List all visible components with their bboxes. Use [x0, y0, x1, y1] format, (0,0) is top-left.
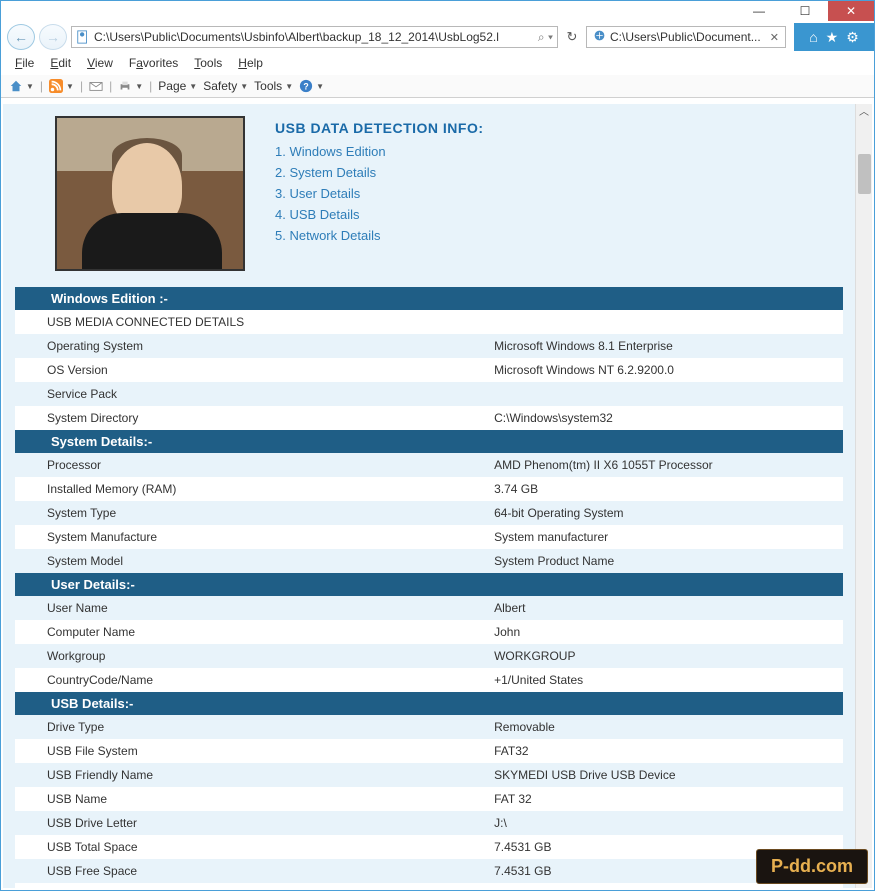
tools-icon[interactable]: ⚙ [846, 29, 859, 46]
mail-button[interactable] [89, 79, 103, 93]
watermark: P-dd.com [756, 849, 868, 884]
command-bar: ⌂ ★ ⚙ [794, 23, 874, 51]
menu-file[interactable]: File [9, 54, 40, 72]
section-system: System Details:- [15, 430, 843, 453]
table-row: USB Friendly NameSKYMEDI USB Drive USB D… [15, 763, 843, 787]
table-row: USB File SystemFAT32 [15, 739, 843, 763]
tools-menu[interactable]: Tools▼ [254, 79, 293, 93]
menu-bar: File Edit View Favorites Tools Help [1, 51, 874, 75]
home-dropdown[interactable]: ▼ [9, 79, 34, 93]
section-windows: Windows Edition :- [15, 287, 843, 310]
back-button[interactable]: ← [7, 24, 35, 50]
table-row: User NameAlbert [15, 596, 843, 620]
tab-close-icon[interactable]: ✕ [770, 31, 779, 44]
menu-view[interactable]: View [81, 54, 119, 72]
info-table: Windows Edition :- USB MEDIA CONNECTED D… [15, 287, 843, 888]
user-photo [55, 116, 245, 271]
table-row: USB NameFAT 32 [15, 787, 843, 811]
tab-icon [593, 29, 606, 45]
table-row: Installed Memory (RAM)3.74 GB [15, 477, 843, 501]
scroll-thumb[interactable] [858, 154, 871, 194]
table-row: System ModelSystem Product Name [15, 549, 843, 573]
toolbar: ▼ | ▼ | | ▼ | Page▼ Safety▼ Tools▼ ?▼ [1, 75, 874, 98]
help-dropdown[interactable]: ?▼ [299, 79, 324, 93]
page-menu[interactable]: Page▼ [158, 79, 197, 93]
toc-link-usb[interactable]: 4. USB Details [275, 207, 484, 222]
menu-edit[interactable]: Edit [44, 54, 77, 72]
table-row: USB Drive LetterJ:\ [15, 811, 843, 835]
table-row: System DirectoryC:\Windows\system32 [15, 406, 843, 430]
table-row: System Type64-bit Operating System [15, 501, 843, 525]
menu-help[interactable]: Help [232, 54, 269, 72]
svg-text:?: ? [303, 82, 308, 92]
page-icon [76, 30, 90, 44]
toc-link-system[interactable]: 2. System Details [275, 165, 484, 180]
section-user: User Details:- [15, 573, 843, 596]
toc-link-network[interactable]: 5. Network Details [275, 228, 484, 243]
search-icon[interactable]: ⌕ ▾ [532, 30, 553, 45]
table-row: Service Pack [15, 382, 843, 406]
url-text: C:\Users\Public\Documents\Usbinfo\Albert… [94, 30, 499, 44]
table-row: CountryCode/Name+1/United States [15, 668, 843, 692]
vertical-scrollbar[interactable]: ︿ [855, 104, 872, 888]
table-row: OS VersionMicrosoft Windows NT 6.2.9200.… [15, 358, 843, 382]
table-row: Date and Time18-12-2014 13:35:01 [15, 883, 843, 888]
table-row: System ManufactureSystem manufacturer [15, 525, 843, 549]
home-icon[interactable]: ⌂ [809, 29, 817, 45]
table-row: USB Free Space7.4531 GB [15, 859, 843, 883]
section-usb: USB Details:- [15, 692, 843, 715]
table-row: ProcessorAMD Phenom(tm) II X6 1055T Proc… [15, 453, 843, 477]
menu-tools[interactable]: Tools [188, 54, 228, 72]
favorites-icon[interactable]: ★ [826, 29, 839, 46]
table-row: Drive TypeRemovable [15, 715, 843, 739]
address-bar-row: ← → C:\Users\Public\Documents\Usbinfo\Al… [1, 23, 874, 51]
window-titlebar: — ☐ ✕ [1, 1, 874, 23]
close-button[interactable]: ✕ [828, 1, 874, 21]
page-content: USB DATA DETECTION INFO: 1. Windows Edit… [3, 104, 855, 888]
minimize-button[interactable]: — [736, 1, 782, 21]
menu-favorites[interactable]: Favorites [123, 54, 184, 72]
safety-menu[interactable]: Safety▼ [203, 79, 248, 93]
table-row: Computer NameJohn [15, 620, 843, 644]
feeds-dropdown[interactable]: ▼ [49, 79, 74, 93]
table-row: WorkgroupWORKGROUP [15, 644, 843, 668]
section-subtitle: USB MEDIA CONNECTED DETAILS [15, 310, 843, 334]
toc-link-windows[interactable]: 1. Windows Edition [275, 144, 484, 159]
header-block: USB DATA DETECTION INFO: 1. Windows Edit… [15, 112, 843, 283]
browser-tab[interactable]: C:\Users\Public\Document... ✕ [586, 26, 786, 48]
table-of-contents: USB DATA DETECTION INFO: 1. Windows Edit… [275, 116, 484, 271]
toc-link-user[interactable]: 3. User Details [275, 186, 484, 201]
refresh-button[interactable]: ↻ [562, 29, 582, 45]
print-dropdown[interactable]: ▼ [118, 79, 143, 93]
tab-title: C:\Users\Public\Document... [610, 30, 761, 44]
table-row: USB Total Space7.4531 GB [15, 835, 843, 859]
forward-button[interactable]: → [39, 24, 67, 50]
page-title: USB DATA DETECTION INFO: [275, 120, 484, 136]
table-row: Operating SystemMicrosoft Windows 8.1 En… [15, 334, 843, 358]
scroll-up-icon[interactable]: ︿ [856, 104, 872, 121]
address-bar[interactable]: C:\Users\Public\Documents\Usbinfo\Albert… [71, 26, 558, 48]
maximize-button[interactable]: ☐ [782, 1, 828, 21]
